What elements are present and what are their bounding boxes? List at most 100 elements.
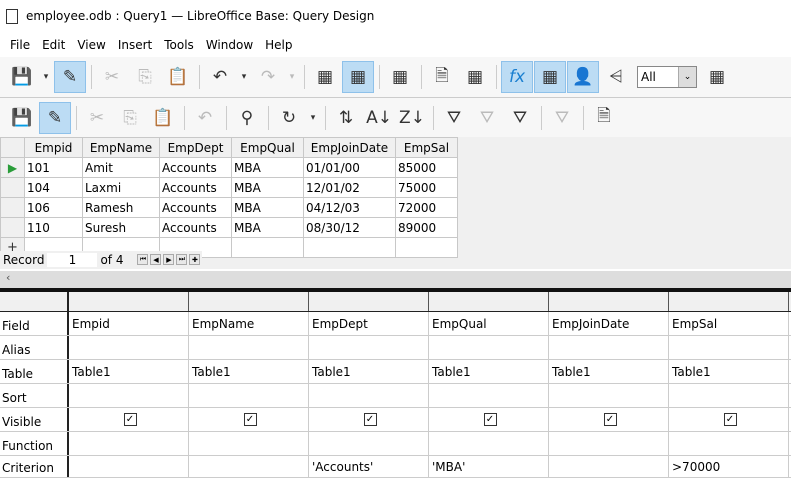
- table-cell[interactable]: Table1: [549, 360, 669, 383]
- sort-cell[interactable]: [69, 384, 189, 407]
- undo-button[interactable]: ↶: [204, 61, 236, 93]
- column-handle[interactable]: [429, 292, 549, 311]
- visible-checkbox[interactable]: ✓: [123, 413, 137, 426]
- column-header-empqual[interactable]: EmpQual: [231, 137, 304, 158]
- delete-doc-button[interactable]: 🗎: [426, 61, 458, 93]
- run-query-button[interactable]: ▦: [309, 61, 341, 93]
- table-cell[interactable]: Ramesh: [82, 197, 160, 218]
- criterion-cell[interactable]: 'MBA': [429, 456, 549, 477]
- field-cell[interactable]: EmpDept: [309, 312, 429, 335]
- table-cell[interactable]: 75000: [395, 177, 458, 198]
- table-names-button[interactable]: ▦: [534, 61, 566, 93]
- cut-button[interactable]: ✂: [81, 102, 113, 134]
- table-cell[interactable]: Accounts: [159, 217, 232, 238]
- edit-button[interactable]: ✎: [54, 61, 86, 93]
- column-handle[interactable]: [69, 292, 189, 311]
- table-cell[interactable]: 110: [24, 217, 83, 238]
- visible-checkbox[interactable]: ✓: [723, 413, 737, 426]
- visible-cell[interactable]: ✓: [309, 408, 429, 431]
- redo-button[interactable]: ↷: [252, 61, 284, 93]
- menu-insert[interactable]: Insert: [112, 38, 158, 52]
- sort-cell[interactable]: [309, 384, 429, 407]
- field-cell[interactable]: EmpName: [189, 312, 309, 335]
- table-row[interactable]: ▶ 101 Amit Accounts MBA 01/01/00 85000: [0, 157, 458, 178]
- copy-button[interactable]: ⎘: [129, 61, 161, 93]
- sort-cell[interactable]: [669, 384, 789, 407]
- column-handle[interactable]: [669, 292, 789, 311]
- table-cell[interactable]: Table1: [189, 360, 309, 383]
- row-header[interactable]: [0, 197, 25, 218]
- save-record-button[interactable]: 💾: [6, 102, 38, 134]
- table-cell[interactable]: Table1: [309, 360, 429, 383]
- visible-cell[interactable]: ✓: [429, 408, 549, 431]
- menu-file[interactable]: File: [4, 38, 36, 52]
- dropdown-button[interactable]: ▾: [39, 61, 53, 93]
- table-row[interactable]: 110 Suresh Accounts MBA 08/30/12 89000: [0, 217, 458, 238]
- sort-ascending-button[interactable]: A↓: [363, 102, 395, 134]
- autofilter-button[interactable]: ⛛: [438, 102, 470, 134]
- column-header-empjoindate[interactable]: EmpJoinDate: [303, 137, 396, 158]
- next-record-button[interactable]: ▶: [163, 254, 175, 265]
- previous-record-button[interactable]: ◀: [150, 254, 162, 265]
- delete-record-button[interactable]: 🗎: [588, 102, 620, 134]
- criterion-cell[interactable]: [549, 456, 669, 477]
- horizontal-scrollbar[interactable]: ‹: [0, 271, 791, 288]
- table-cell[interactable]: 04/12/03: [303, 197, 396, 218]
- reset-filter-button[interactable]: ⛛: [546, 102, 578, 134]
- criterion-cell[interactable]: 'Accounts': [309, 456, 429, 477]
- functions-button[interactable]: fx: [501, 61, 533, 93]
- design-view-button[interactable]: ▦: [384, 61, 416, 93]
- menu-tools[interactable]: Tools: [158, 38, 200, 52]
- visible-cell[interactable]: ✓: [69, 408, 189, 431]
- alias-cell[interactable]: [189, 336, 309, 359]
- table-cell[interactable]: MBA: [231, 157, 304, 178]
- sort-descending-button[interactable]: Z↓: [396, 102, 428, 134]
- standard-filter-button[interactable]: ⛛: [504, 102, 536, 134]
- menu-help[interactable]: Help: [259, 38, 298, 52]
- alias-cell[interactable]: [549, 336, 669, 359]
- table-cell[interactable]: Table1: [429, 360, 549, 383]
- function-cell[interactable]: [309, 432, 429, 455]
- paste-button[interactable]: 📋: [147, 102, 179, 134]
- menu-view[interactable]: View: [71, 38, 111, 52]
- criterion-cell[interactable]: [69, 456, 189, 477]
- clear-query-button[interactable]: ▦: [342, 61, 374, 93]
- function-cell[interactable]: [69, 432, 189, 455]
- function-cell[interactable]: [429, 432, 549, 455]
- paste-button[interactable]: 📋: [162, 61, 194, 93]
- column-handle[interactable]: [549, 292, 669, 311]
- chevron-down-icon[interactable]: ⌄: [678, 67, 696, 87]
- visible-checkbox[interactable]: ✓: [603, 413, 617, 426]
- table-cell[interactable]: MBA: [231, 197, 304, 218]
- field-cell[interactable]: Empid: [69, 312, 189, 335]
- row-header[interactable]: [0, 177, 25, 198]
- function-cell[interactable]: [189, 432, 309, 455]
- visible-checkbox[interactable]: ✓: [363, 413, 377, 426]
- table-cell[interactable]: 85000: [395, 157, 458, 178]
- record-number-field[interactable]: 1: [47, 252, 98, 267]
- alias-button[interactable]: 👤: [567, 61, 599, 93]
- refresh-button[interactable]: ↻: [273, 102, 305, 134]
- table-row[interactable]: 104 Laxmi Accounts MBA 12/01/02 75000: [0, 177, 458, 198]
- visible-checkbox[interactable]: ✓: [243, 413, 257, 426]
- criterion-cell[interactable]: >70000: [669, 456, 789, 477]
- column-handle[interactable]: [189, 292, 309, 311]
- function-cell[interactable]: [669, 432, 789, 455]
- table-cell[interactable]: MBA: [231, 177, 304, 198]
- table-cell[interactable]: [395, 237, 458, 258]
- field-cell[interactable]: EmpSal: [669, 312, 789, 335]
- dropdown-button[interactable]: ▾: [306, 102, 320, 134]
- table-cell[interactable]: 104: [24, 177, 83, 198]
- table-cell[interactable]: Amit: [82, 157, 160, 178]
- table-cell[interactable]: 101: [24, 157, 83, 178]
- undo-button[interactable]: ↶: [189, 102, 221, 134]
- limit-combo[interactable]: All ⌄: [637, 66, 697, 88]
- column-header-empid[interactable]: Empid: [24, 137, 83, 158]
- alias-cell[interactable]: [69, 336, 189, 359]
- row-header[interactable]: [0, 217, 25, 238]
- column-header-empdept[interactable]: EmpDept: [159, 137, 232, 158]
- sort-cell[interactable]: [549, 384, 669, 407]
- visible-cell[interactable]: ✓: [669, 408, 789, 431]
- table-cell[interactable]: 01/01/00: [303, 157, 396, 178]
- column-handle[interactable]: [309, 292, 429, 311]
